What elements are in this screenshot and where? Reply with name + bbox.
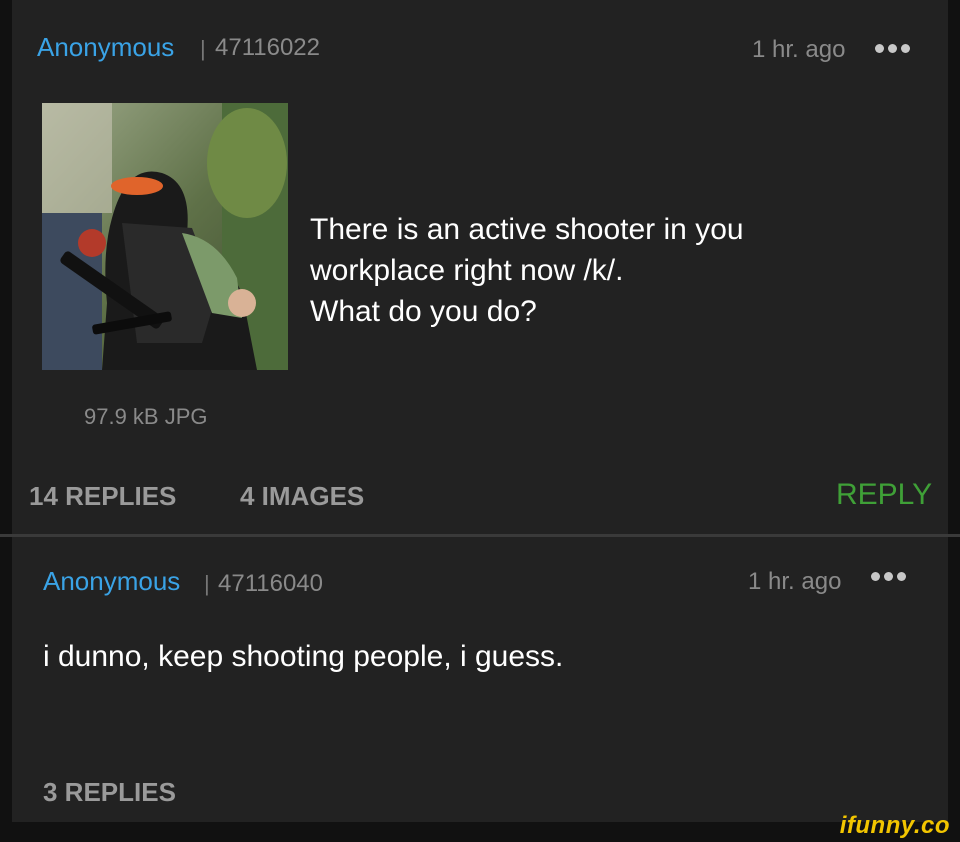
reply-author-name[interactable]: Anonymous [43,566,180,597]
op-image-file-info: 97.9 kB JPG [84,404,208,429]
op-body-text: There is an active shooter in you workpl… [310,213,744,328]
reply-replies-count[interactable]: 3 REPLIES [43,777,176,808]
op-separator: | [200,36,206,61]
reply-post: Anonymous | 47116040 1 hr. ago i dunno, … [12,537,948,822]
ifunny-watermark: ifunny.co [839,812,950,839]
thumbnail-picture [42,103,288,370]
op-post-number[interactable]: 47116022 [215,34,320,62]
op-timestamp: 1 hr. ago [752,36,846,63]
op-images-count[interactable]: 4 IMAGES [240,481,364,512]
reply-separator: | [204,571,210,596]
reply-post-number[interactable]: 47116040 [218,570,323,598]
op-post: Anonymous | 47116022 1 hr. ago There is … [12,0,948,534]
reply-body-text: i dunno, keep shooting people, i guess. [43,640,564,673]
op-more-dots-icon[interactable] [875,44,910,53]
op-replies-count[interactable]: 14 REPLIES [29,481,176,512]
reply-more-dots-icon[interactable] [871,572,906,581]
reply-timestamp: 1 hr. ago [748,568,842,595]
op-thumbnail-image[interactable] [42,103,288,370]
op-author-name[interactable]: Anonymous [37,32,174,63]
reply-button[interactable]: REPLY [836,478,932,512]
